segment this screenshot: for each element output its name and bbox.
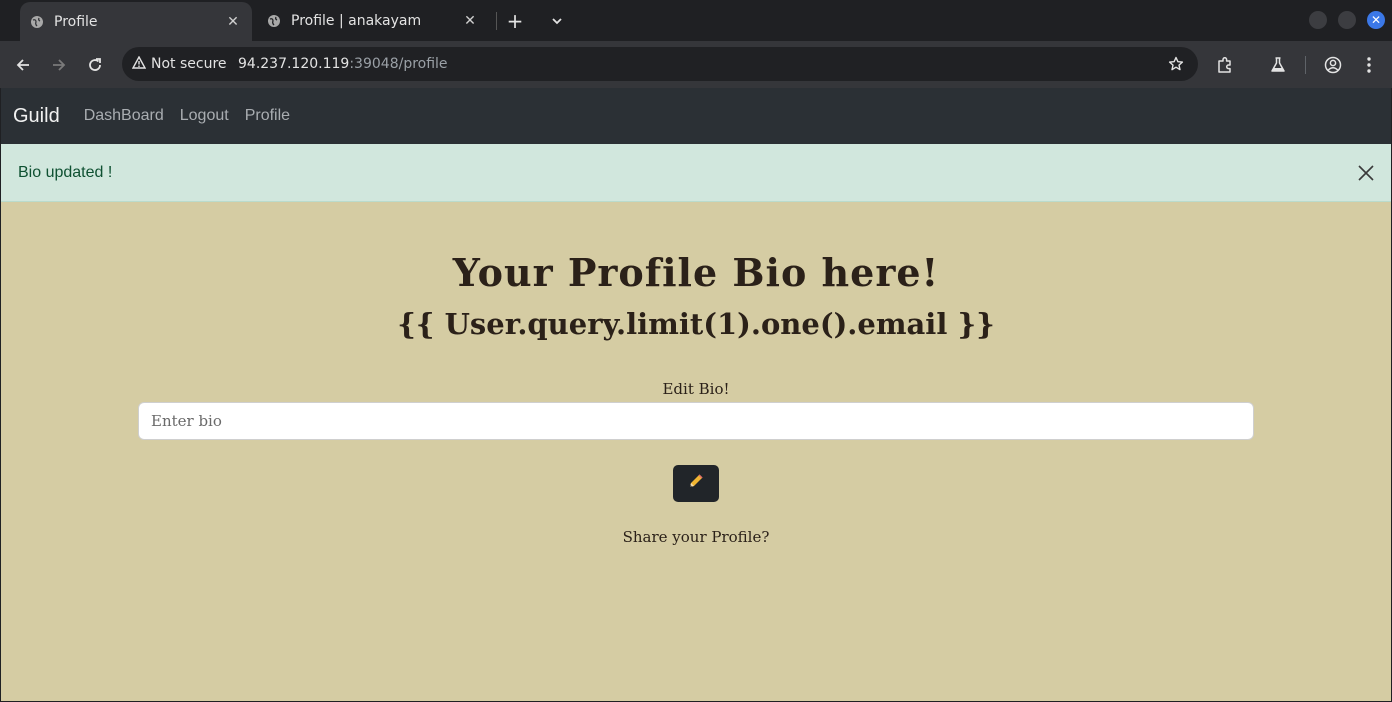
close-tab-icon[interactable]: ✕ (461, 12, 479, 30)
warning-icon (131, 55, 147, 73)
success-alert: Bio updated ! (1, 144, 1391, 202)
url-path: :39048/profile (349, 56, 448, 72)
security-indicator[interactable]: Not secure (131, 47, 227, 81)
pencil-icon (687, 472, 705, 495)
tab-title: Profile (54, 13, 98, 30)
back-icon[interactable] (10, 52, 36, 78)
share-profile-link[interactable]: Share your Profile? (1, 528, 1391, 546)
reload-icon[interactable] (82, 52, 108, 78)
brand-logo[interactable]: Guild (13, 105, 60, 128)
edit-bio-label: Edit Bio! (662, 380, 730, 398)
globe-icon (267, 14, 281, 28)
address-bar[interactable]: Not secure 94.237.120.119:39048/profile (122, 47, 1198, 81)
nav-link-profile[interactable]: Profile (245, 107, 290, 125)
forward-icon[interactable] (46, 52, 72, 78)
toolbar-separator (1305, 56, 1306, 74)
tab-profile[interactable]: Profile ✕ (20, 2, 252, 41)
page-content: Guild DashBoard Logout Profile Bio updat… (1, 88, 1391, 701)
alert-message: Bio updated ! (18, 163, 113, 181)
chevron-down-icon[interactable] (545, 9, 569, 33)
profile-icon[interactable] (1320, 52, 1346, 78)
url-host: 94.237.120.119 (238, 56, 350, 72)
tab-profile-anakayam[interactable]: Profile | anakayam ✕ (257, 0, 489, 41)
nav-link-logout[interactable]: Logout (180, 107, 229, 125)
minimize-button[interactable] (1309, 11, 1327, 29)
star-icon[interactable] (1166, 54, 1186, 74)
menu-icon[interactable] (1356, 52, 1382, 78)
tab-strip: Profile ✕ Profile | anakayam ✕ + ✕ (0, 0, 1392, 41)
submit-bio-button[interactable] (673, 465, 719, 502)
tab-title: Profile | anakayam (291, 12, 422, 29)
url-text[interactable]: 94.237.120.119:39048/profile (238, 47, 448, 81)
tab-separator (496, 12, 497, 30)
nav-link-dashboard[interactable]: DashBoard (84, 107, 164, 125)
globe-icon (30, 15, 44, 29)
browser-toolbar: Not secure 94.237.120.119:39048/profile (0, 41, 1392, 88)
security-label: Not secure (151, 56, 227, 72)
new-tab-button[interactable]: + (503, 9, 527, 33)
site-navbar: Guild DashBoard Logout Profile (1, 88, 1391, 144)
bio-input[interactable] (138, 402, 1254, 440)
close-tab-icon[interactable]: ✕ (224, 13, 242, 31)
maximize-button[interactable] (1338, 11, 1356, 29)
page-title: Your Profile Bio here! (452, 250, 940, 295)
labs-icon[interactable] (1265, 52, 1291, 78)
bio-text: {{ User.query.limit(1).one().email }} (397, 307, 995, 341)
window-close-button[interactable]: ✕ (1367, 11, 1385, 29)
close-icon[interactable] (1355, 162, 1377, 184)
extensions-icon[interactable] (1212, 52, 1238, 78)
